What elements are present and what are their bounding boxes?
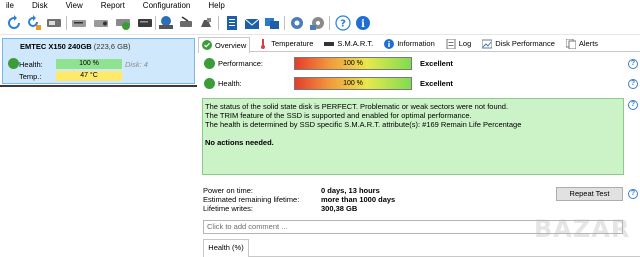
remaining-lifetime-label: Estimated remaining lifetime:: [203, 195, 300, 204]
share-icon[interactable]: [264, 15, 280, 31]
svg-text:?: ?: [340, 19, 346, 30]
tool-icon[interactable]: [178, 15, 194, 31]
repeat-test-button[interactable]: Repeat Test: [556, 187, 623, 201]
check-icon: [202, 40, 212, 50]
menu-view[interactable]: View: [66, 1, 83, 11]
tab-bar: Overview Temperature S.M.A.R.T. Informat…: [198, 36, 640, 53]
disk-temp-bar: 47 °C: [56, 71, 122, 81]
refresh-icon[interactable]: [6, 15, 22, 31]
menu-bar: ile Disk View Report Configuration Help: [0, 0, 640, 12]
status-message-line: The health is determined by SSD specific…: [205, 120, 522, 129]
message-help-icon[interactable]: ?: [628, 100, 638, 110]
menu-help[interactable]: Help: [208, 1, 224, 11]
menu-file[interactable]: ile: [6, 1, 14, 11]
status-message-box: The status of the solid state disk is PE…: [202, 98, 624, 175]
eject-icon[interactable]: [198, 15, 214, 31]
menu-report[interactable]: Report: [101, 1, 125, 11]
power-icon[interactable]: [93, 15, 109, 31]
disk-size: (223,6 GB): [93, 42, 131, 51]
tab-log-label: Log: [458, 39, 472, 48]
tab-health-chart[interactable]: Health (%): [203, 239, 249, 257]
settings-icon[interactable]: [289, 15, 305, 31]
disk-health-label: Health:: [19, 60, 43, 69]
report-icon[interactable]: [224, 15, 240, 31]
health-label: Health:: [218, 79, 242, 88]
info-icon[interactable]: i: [355, 15, 371, 31]
health-check-icon: [204, 78, 215, 89]
disk-health-bar: 100 %: [56, 59, 122, 69]
tab-disk-performance-label: Disk Performance: [495, 39, 555, 48]
performance-row: Performance: 100 % Excellent ?: [201, 57, 640, 71]
refresh-all-icon[interactable]: [26, 15, 42, 31]
disk-number: Disk: 4: [125, 60, 148, 69]
performance-label: Performance:: [218, 59, 264, 68]
actions-text: No actions needed.: [205, 138, 274, 147]
svg-text:i: i: [361, 19, 365, 30]
performance-status: Excellent: [420, 59, 453, 68]
help-icon[interactable]: ?: [335, 15, 351, 31]
tab-overview[interactable]: Overview: [198, 36, 251, 53]
drive-dark-icon[interactable]: [137, 15, 153, 31]
watermark-logo: BAZAR: [534, 215, 631, 243]
disk-title: EMTEC X150 240GB (223,6 GB): [20, 42, 130, 51]
tab-alerts-label: Alerts: [578, 39, 599, 48]
menu-configuration[interactable]: Configuration: [143, 1, 191, 11]
performance-icon: [482, 39, 493, 48]
health-status: Excellent: [420, 79, 453, 88]
thermometer-icon: [261, 38, 266, 49]
disk-health-check-icon: [8, 58, 19, 69]
tab-information[interactable]: Information: [381, 36, 438, 51]
log-icon: [446, 38, 456, 49]
power-on-value: 0 days, 13 hours: [321, 186, 380, 195]
tab-temperature[interactable]: Temperature: [255, 36, 316, 51]
tab-alerts[interactable]: Alerts: [563, 36, 601, 51]
acoustic-icon[interactable]: [71, 15, 87, 31]
smart-icon: [324, 41, 335, 46]
menu-disk[interactable]: Disk: [32, 1, 48, 11]
health-help-icon[interactable]: ?: [628, 79, 638, 89]
tab-smart-label: S.M.A.R.T.: [337, 39, 374, 48]
disk-temp-label: Temp.:: [19, 72, 42, 81]
drive-check-icon[interactable]: [115, 15, 131, 31]
repeat-help-icon[interactable]: ?: [628, 189, 638, 199]
alerts-icon: [565, 38, 576, 49]
performance-help-icon[interactable]: ?: [628, 59, 638, 69]
disk-name: EMTEC X150 240GB: [20, 42, 92, 51]
power-on-label: Power on time:: [203, 186, 254, 195]
toolbar: ? i: [0, 12, 640, 35]
health-row: Health: 100 % Excellent ?: [201, 77, 640, 91]
mail-icon[interactable]: [244, 15, 260, 31]
disk-card-emtec[interactable]: EMTEC X150 240GB (223,6 GB) Health: 100 …: [2, 38, 195, 84]
tab-temperature-label: Temperature: [271, 39, 314, 48]
tab-log[interactable]: Log: [443, 36, 475, 51]
panel-divider: [0, 85, 197, 87]
burn-icon[interactable]: [158, 15, 174, 31]
tab-disk-performance[interactable]: Disk Performance: [479, 36, 558, 51]
health-bar: 100 %: [294, 77, 412, 90]
performance-bar: 100 %: [294, 57, 412, 70]
disk-list-panel: EMTEC X150 240GB (223,6 GB) Health: 100 …: [0, 36, 197, 257]
tab-overview-label: Overview: [215, 40, 247, 50]
performance-check-icon: [204, 58, 215, 69]
info-icon: [384, 38, 395, 49]
drive-select-icon[interactable]: [46, 15, 62, 31]
tab-information-label: Information: [397, 39, 435, 48]
lifetime-writes-value: 300,38 GB: [321, 204, 358, 213]
lifetime-writes-label: Lifetime writes:: [203, 204, 254, 213]
remaining-lifetime-value: more than 1000 days: [321, 195, 396, 204]
status-message-line: The TRIM feature of the SSD is supported…: [205, 111, 472, 120]
options-icon[interactable]: [309, 15, 325, 31]
tab-smart[interactable]: S.M.A.R.T.: [321, 36, 376, 51]
status-message-line: The status of the solid state disk is PE…: [205, 102, 509, 111]
